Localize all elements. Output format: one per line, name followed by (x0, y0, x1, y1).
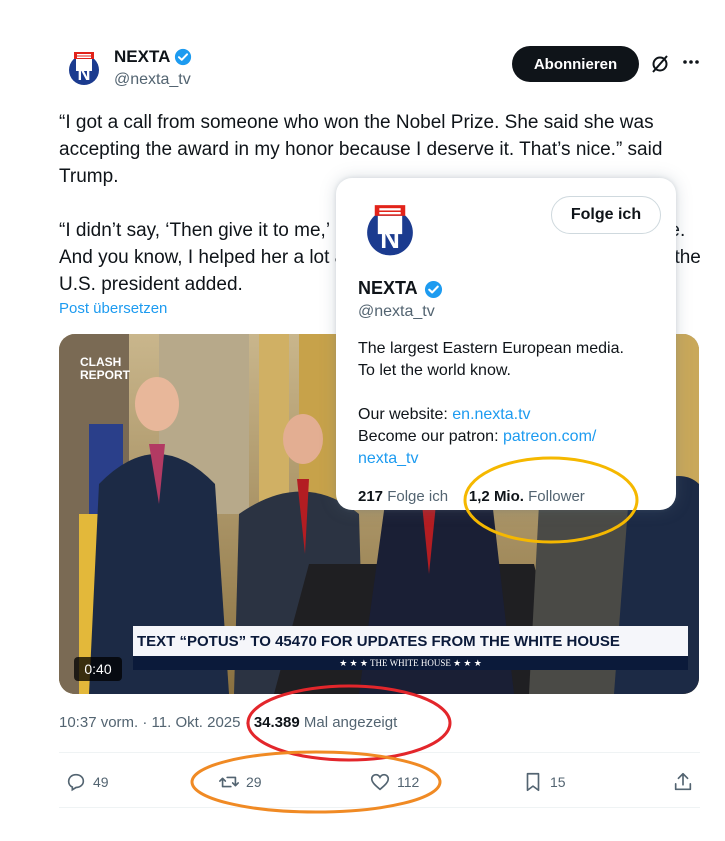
like-icon (370, 773, 390, 791)
svg-text:N: N (380, 223, 400, 254)
card-avatar[interactable]: N (358, 196, 422, 260)
repost-count: 29 (246, 774, 262, 790)
video-duration: 0:40 (74, 657, 122, 681)
card-stats: 217 Folge ich 1,2 Mio. Follower (358, 488, 585, 505)
reply-icon (67, 773, 85, 792)
verified-badge-icon (424, 280, 443, 299)
translate-link[interactable]: Post übersetzen (59, 300, 167, 317)
video-banner: TEXT “POTUS” TO 45470 FOR UPDATES FROM T… (133, 626, 688, 656)
tweet-meta: 10:37 vorm. · 11. Okt. 2025 · 34.389 Mal… (59, 714, 397, 731)
card-bio: The largest Eastern European media. To l… (358, 340, 624, 379)
views-label: Mal angezeigt (299, 714, 398, 731)
bookmark-count: 15 (550, 774, 566, 790)
repost-button[interactable]: 29 (218, 770, 262, 794)
svg-text:N: N (78, 64, 91, 84)
reply-button[interactable]: 49 (65, 770, 109, 794)
share-button[interactable] (672, 770, 694, 794)
bookmark-button[interactable]: 15 (522, 770, 566, 794)
video-brand: CLASH REPORT (80, 355, 131, 382)
video-banner-sub: ★ ★ ★ THE WHITE HOUSE ★ ★ ★ (133, 656, 688, 670)
divider (59, 807, 700, 808)
like-count: 112 (397, 774, 420, 790)
card-handle[interactable]: @nexta_tv (358, 303, 435, 321)
timestamp[interactable]: 10:37 vorm. · 11. Okt. 2025 · (59, 714, 254, 731)
divider (59, 752, 700, 753)
more-icon[interactable] (681, 52, 701, 72)
avatar[interactable]: N (63, 46, 105, 88)
like-button[interactable]: 112 (369, 770, 419, 794)
reply-count: 49 (93, 774, 109, 790)
card-links: Our website: en.nexta.tv Become our patr… (358, 406, 597, 467)
website-link[interactable]: en.nexta.tv (452, 406, 530, 423)
verified-badge-icon (174, 48, 192, 66)
author-handle[interactable]: @nexta_tv (114, 71, 191, 89)
author-name[interactable]: NEXTA (114, 47, 170, 67)
subscribe-button[interactable]: Abonnieren (512, 46, 639, 82)
followers-stat[interactable]: 1,2 Mio. Follower (469, 488, 585, 505)
bookmark-icon (526, 772, 540, 792)
share-icon (674, 772, 692, 791)
patreon-link-continued[interactable]: nexta_tv (358, 450, 418, 467)
following-button[interactable]: Folge ich (551, 196, 661, 234)
grok-icon[interactable] (650, 54, 670, 74)
repost-icon (219, 776, 239, 788)
card-name[interactable]: NEXTA (358, 278, 418, 299)
patreon-link[interactable]: patreon.com/ (503, 428, 596, 445)
views-count: 34.389 (253, 714, 300, 731)
following-stat[interactable]: 217 Folge ich (358, 488, 448, 505)
